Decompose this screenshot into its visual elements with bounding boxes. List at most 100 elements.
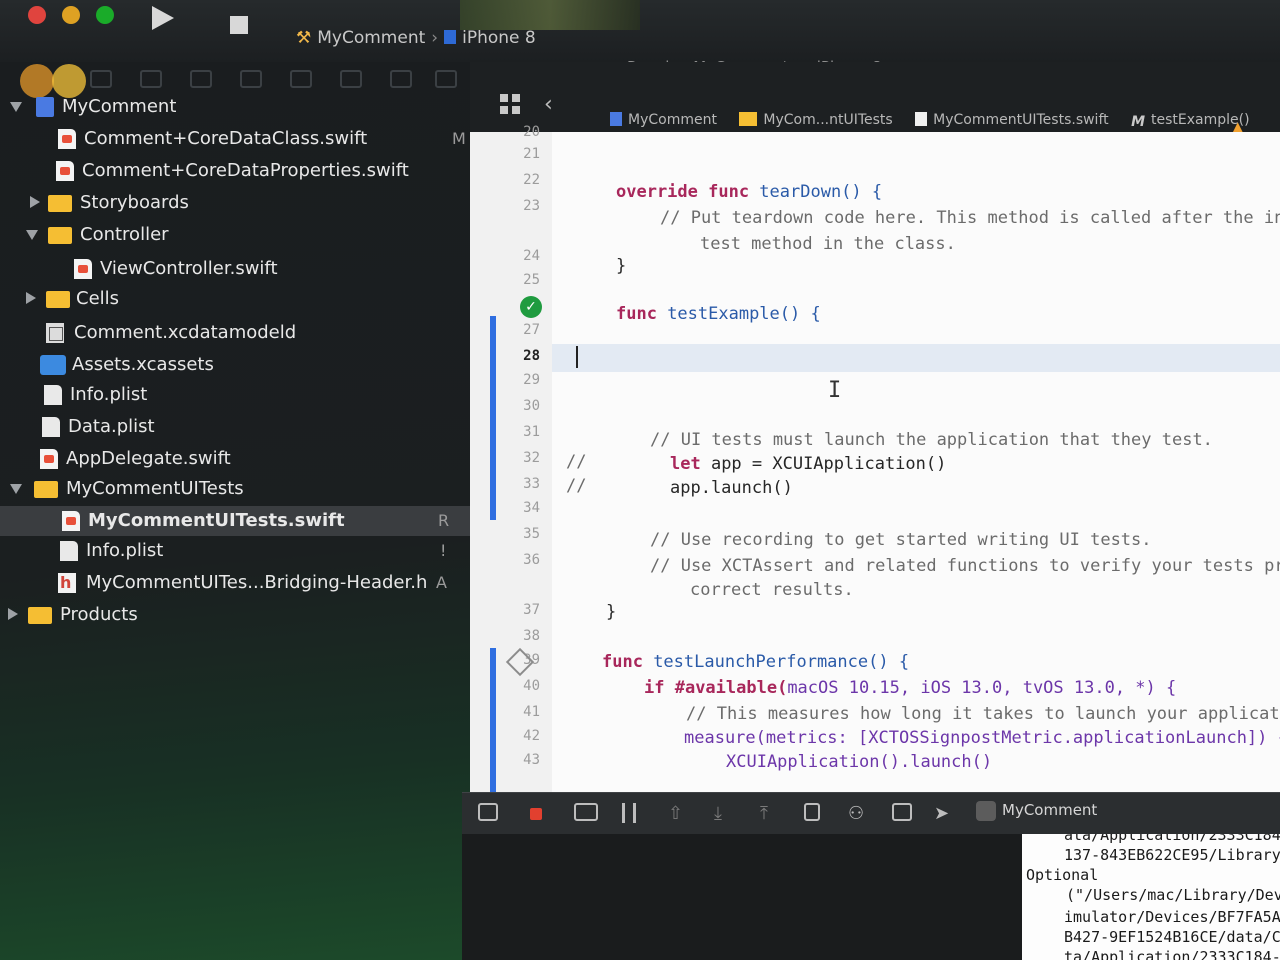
keyword: override func [616, 182, 750, 202]
code-comment: // Use XCTAssert and related functions t… [650, 556, 1280, 576]
swift-file-icon [40, 449, 58, 469]
step-out-icon[interactable]: ⤒ [760, 803, 780, 824]
disclosure-closed-icon[interactable] [8, 608, 18, 620]
nav-item-file[interactable]: Comment.xcdatamodeld [0, 318, 470, 348]
source-editor[interactable]: 2021222324252627282930313233343536373839… [470, 124, 1280, 792]
report-tab-icon[interactable] [435, 70, 457, 88]
nav-item-file-selected[interactable]: MyCommentUITests.swift R [0, 506, 470, 536]
project-navigator: MyComment Comment+CoreDataClass.swift M … [0, 62, 470, 960]
console-output[interactable]: ata/Application/2333C184 137-843EB622CE9… [1022, 834, 1280, 960]
jumpbar-file[interactable]: MyCommentUITests.swift [915, 112, 1109, 128]
line-number[interactable]: 30 [500, 398, 540, 414]
related-items-icon[interactable] [500, 94, 520, 114]
variables-view [462, 834, 1022, 960]
simulate-location-icon[interactable]: ➤ [934, 803, 954, 824]
disclosure-closed-icon[interactable] [30, 196, 40, 208]
nav-item-group[interactable]: Products [0, 600, 470, 630]
line-number[interactable]: 37 [500, 602, 540, 618]
nav-item-group[interactable]: MyCommentUITests [0, 474, 470, 504]
line-number[interactable]: 41 [500, 704, 540, 720]
nav-item-file[interactable]: Data.plist [0, 412, 470, 442]
zoom-window-button[interactable] [96, 6, 114, 24]
run-button[interactable] [152, 6, 174, 30]
nav-item-label: Comment+CoreDataClass.swift [84, 128, 368, 149]
nav-item-file[interactable]: ViewController.swift [0, 254, 470, 284]
breakpoint-tab-icon[interactable] [390, 70, 412, 88]
function-call: measure [684, 728, 756, 748]
source-control-tab-icon[interactable] [140, 70, 162, 88]
line-number[interactable]: 31 [500, 424, 540, 440]
code-comment: correct results. [690, 580, 854, 600]
line-number[interactable]: 42 [500, 728, 540, 744]
disclosure-open-icon[interactable] [10, 484, 22, 494]
step-into-icon[interactable]: ⤓ [714, 803, 734, 824]
jumpbar-group-label: MyCom...ntUITests [763, 112, 893, 128]
line-number[interactable]: 25 [500, 272, 540, 288]
nav-item-file[interactable]: Info.plist [0, 380, 470, 410]
debug-target-label[interactable]: MyComment [1002, 801, 1097, 819]
scheme-selector[interactable]: ⚒ MyComment › iPhone 8 [296, 28, 536, 48]
line-number[interactable]: 34 [500, 500, 540, 516]
nav-item-file[interactable]: Comment+CoreDataClass.swift M [0, 124, 470, 154]
folder-tab-icon[interactable] [90, 70, 112, 88]
function-name: testLaunchPerformance() { [642, 652, 910, 672]
stop-button[interactable] [230, 16, 248, 34]
hide-debug-area-icon[interactable] [478, 803, 498, 821]
chevron-left-icon[interactable]: ‹ [544, 92, 553, 117]
close-window-button[interactable] [28, 6, 46, 24]
nav-item-file[interactable]: Assets.xcassets [0, 350, 470, 380]
line-number[interactable]: 36 [500, 552, 540, 568]
jumpbar-project[interactable]: MyComment [610, 112, 717, 128]
change-bar [490, 648, 496, 792]
line-number[interactable]: 22 [500, 172, 540, 188]
disclosure-open-icon[interactable] [26, 230, 38, 240]
code-line: } [616, 256, 627, 276]
nav-item-label: Comment+CoreDataProperties.swift [82, 160, 409, 181]
line-number[interactable]: 32 [500, 450, 540, 466]
line-number[interactable]: 38 [500, 628, 540, 644]
nav-item-label: Data.plist [68, 416, 155, 437]
nav-item-group[interactable]: Cells [0, 284, 470, 314]
code-line: func testExample() { [616, 304, 821, 324]
symbol-tab-icon[interactable] [190, 70, 212, 88]
line-number[interactable]: 33 [500, 476, 540, 492]
nav-item-file[interactable]: MyCommentUITes...Bridging-Header.h A [0, 568, 470, 598]
find-tab-icon[interactable] [240, 70, 262, 88]
nav-item-group[interactable]: Storyboards [0, 188, 470, 218]
nav-item-file[interactable]: Info.plist ! [0, 536, 470, 566]
code-line: measure(metrics: [XCTOSSignpostMetric.ap… [684, 728, 1280, 748]
disclosure-closed-icon[interactable] [26, 292, 36, 304]
minimize-window-button[interactable] [62, 6, 80, 24]
line-number[interactable]: 35 [500, 526, 540, 542]
nav-item-group[interactable]: Controller [0, 220, 470, 250]
folder-icon [34, 481, 58, 498]
breakpoints-active-icon[interactable] [574, 803, 598, 821]
memory-graph-icon[interactable]: ⚇ [848, 803, 868, 824]
line-number[interactable]: 24 [500, 248, 540, 264]
nav-item-file[interactable]: AppDelegate.swift [0, 444, 470, 474]
view-debugger-icon[interactable] [804, 803, 820, 821]
environment-overrides-icon[interactable] [892, 803, 912, 821]
test-passed-icon[interactable]: ✓ [520, 296, 542, 318]
line-number[interactable]: 40 [500, 678, 540, 694]
disclosure-open-icon[interactable] [10, 102, 22, 112]
issue-tab-icon[interactable] [290, 70, 312, 88]
line-number[interactable]: 21 [500, 146, 540, 162]
comment-marker: // [566, 476, 587, 496]
test-tab-icon[interactable] [340, 70, 362, 88]
nav-item-label: MyCommentUITes...Bridging-Header.h [86, 572, 428, 593]
nav-item-project[interactable]: MyComment [0, 92, 470, 122]
line-number[interactable]: 43 [500, 752, 540, 768]
line-number[interactable]: 29 [500, 372, 540, 388]
keyword: func [616, 304, 657, 324]
jumpbar-group[interactable]: MyCom...ntUITests [739, 112, 893, 128]
swift-file-icon [62, 511, 80, 531]
line-number[interactable]: 20 [500, 124, 540, 140]
line-number[interactable]: 28 [500, 348, 540, 364]
breakpoint-toggle-icon[interactable] [530, 808, 542, 820]
line-number[interactable]: 23 [500, 198, 540, 214]
nav-item-file[interactable]: Comment+CoreDataProperties.swift [0, 156, 470, 186]
pause-icon[interactable] [622, 803, 636, 823]
step-over-icon[interactable]: ⇧ [668, 803, 688, 824]
line-number[interactable]: 27 [500, 322, 540, 338]
